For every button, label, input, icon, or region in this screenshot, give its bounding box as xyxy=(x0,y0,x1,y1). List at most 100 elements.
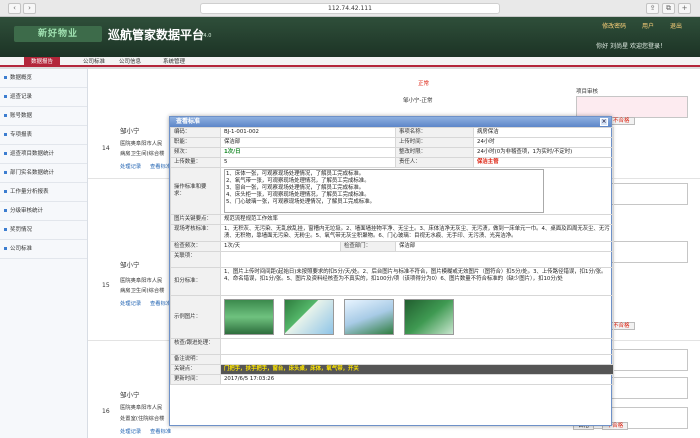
view-standard-link[interactable]: 查看标准 xyxy=(150,427,171,435)
rectify-value: 24小时(0为非稽查项，1为实时/不定时) xyxy=(473,147,615,158)
address-bar[interactable]: 112.74.42.111 xyxy=(200,3,500,14)
quantity-value: 5 xyxy=(219,157,397,168)
location-line: 医院奥阜阳市人民 xyxy=(120,278,163,284)
update-time-label: 更新时间： xyxy=(170,374,221,385)
upload-time-value: 24小时 xyxy=(473,137,615,148)
browser-toolbar: ‹ › 112.74.42.111 ⇪ ⧉ + xyxy=(0,0,700,17)
key-points-label: 图片关键要点： xyxy=(170,214,221,225)
standard-label: 操作标准和要求： xyxy=(170,167,221,215)
check-dept-value: 保洁部 xyxy=(395,241,615,252)
status-text: 正常 xyxy=(418,81,430,87)
forward-icon[interactable]: › xyxy=(23,3,36,14)
staff-name: 邹小宁 xyxy=(120,391,140,399)
welcome-text: 你好 刘尚星 欢迎您登录！ xyxy=(596,43,666,50)
audit-buttons: 不合格 xyxy=(608,117,641,125)
keys-value: 门把手，扶手把手，窗台，床头桌，床体，氧气带，开关 xyxy=(219,364,615,375)
view-standard-dialog: 查看标准 × 编码： BJ-1-001-002 事项名称： 病房保洁 职能： 保… xyxy=(169,116,615,426)
item-label: 事项名称： xyxy=(395,127,475,138)
sidebar-item-project-stats[interactable]: 巡查项目数据统计 xyxy=(0,145,87,164)
check-frequency-label: 检查频次： xyxy=(170,241,221,252)
dialog-header: 查看标准 × xyxy=(170,117,611,127)
back-icon[interactable]: ‹ xyxy=(8,3,21,14)
post-label: 职能： xyxy=(170,137,221,148)
keys-label: 关键点： xyxy=(170,364,221,375)
user-link[interactable]: 用户 xyxy=(642,23,654,30)
sample-image[interactable] xyxy=(284,299,334,335)
close-icon[interactable]: × xyxy=(600,118,608,126)
brand-logo: 新好物业 xyxy=(14,26,102,42)
tab-company-info[interactable]: 公司信息 xyxy=(112,57,148,67)
check-dept-label: 检查部门： xyxy=(339,241,397,252)
link-items-value xyxy=(219,251,615,268)
post-value: 保洁部 xyxy=(219,137,397,148)
responsible-label: 责任人： xyxy=(395,157,475,168)
process-record-link[interactable]: 处理记录 xyxy=(120,299,141,307)
sample-image[interactable] xyxy=(224,299,274,335)
sidebar-item-company-standard[interactable]: 公司标准 xyxy=(0,240,87,259)
app-version: V4.0 xyxy=(200,33,212,39)
review-value xyxy=(219,338,615,355)
update-time-value: 2017/6/5 17:03:26 xyxy=(219,374,615,385)
sample-images-label: 示例图片： xyxy=(170,295,221,339)
item-value: 病房保洁 xyxy=(473,127,615,138)
note-label: 备注说明： xyxy=(170,354,221,365)
location-line: 处置室(住院综合楼 xyxy=(120,416,165,422)
tab-data-report[interactable]: 数据报告 xyxy=(24,57,61,67)
share-icon[interactable]: ⇪ xyxy=(646,3,659,14)
location-line: 医院奥阜阳市人民 xyxy=(120,141,163,147)
sidebar-item-rewards[interactable]: 奖罚情况 xyxy=(0,221,87,240)
quantity-label: 上传数量： xyxy=(170,157,221,168)
site-standard-label: 现场考核标准： xyxy=(170,224,221,242)
sidebar: 数据概览 巡查记录 账号数据 专项报表 巡查项目数据统计 部门实名数据统计 工作… xyxy=(0,69,88,438)
audit-comment-input[interactable] xyxy=(576,96,688,118)
check-result: 邹小宁-正常 xyxy=(403,98,433,104)
note-value xyxy=(219,354,615,365)
sidebar-item-audit-stats[interactable]: 分级审核统计 xyxy=(0,202,87,221)
sidebar-item-account-data[interactable]: 账号数据 xyxy=(0,107,87,126)
standard-line: 1、床体一张，可观察现场处理情况，了解员工完成标准。 xyxy=(226,171,365,177)
site-standard-value: 1、无积灰、无污染、无乱放乱挂，窗槽内无垃圾。2、墙面墙挂物平净、无尘土。3、床… xyxy=(219,224,615,242)
key-points-value: 规范流程规范工作效率 xyxy=(219,214,615,225)
sidebar-item-special-report[interactable]: 专项报表 xyxy=(0,126,87,145)
sidebar-item-dept-stats[interactable]: 部门实名数据统计 xyxy=(0,164,87,183)
sample-image[interactable] xyxy=(404,299,454,335)
logout-link[interactable]: 退出 xyxy=(670,23,682,30)
sidebar-item-patrol-records[interactable]: 巡查记录 xyxy=(0,88,87,107)
process-record-link[interactable]: 处理记录 xyxy=(120,427,141,435)
process-record-link[interactable]: 处理记录 xyxy=(120,162,141,170)
change-password-link[interactable]: 修改密码 xyxy=(602,23,626,30)
location-line: 病房卫生间(综合楼 xyxy=(120,288,165,294)
app-header: 新好物业 巡航管家数据平台 V4.0 修改密码 用户 退出 你好 刘尚星 欢迎您… xyxy=(0,17,700,57)
header-links: 修改密码 用户 退出 xyxy=(588,21,682,30)
sample-images xyxy=(224,297,610,337)
row-number: 14 xyxy=(102,145,110,152)
tab-company-standard[interactable]: 公司标准 xyxy=(76,57,112,67)
new-tab-icon[interactable]: + xyxy=(678,3,691,14)
code-value: BJ-1-001-002 xyxy=(219,127,397,138)
standard-textarea[interactable]: 1、床体一张，可观察现场处理情况，了解员工完成标准。 2、氧气带一张，可观察现场… xyxy=(224,169,544,213)
staff-name: 邹小宁 xyxy=(120,127,140,135)
standard-table: 编码： BJ-1-001-002 事项名称： 病房保洁 职能： 保洁部 上传时间… xyxy=(170,127,615,385)
check-frequency-value: 1次/天 xyxy=(220,241,341,252)
upload-time-label: 上传时间： xyxy=(395,137,475,148)
code-label: 编码： xyxy=(170,127,221,138)
frequency-value: 1次/日 xyxy=(219,147,397,158)
frequency-label: 频次： xyxy=(170,147,221,158)
row-number: 15 xyxy=(102,282,110,289)
staff-name: 邹小宁 xyxy=(120,261,140,269)
standard-line: 4、床头柜一张，可观察现场处理情况，了解员工完成标准。 xyxy=(226,192,370,198)
deduction-label: 扣分标准： xyxy=(170,267,221,296)
standard-line: 2、氧气带一张，可观察现场处理情况，了解员工完成标准。 xyxy=(226,178,370,184)
location-line: 医院奥阜阳市人民 xyxy=(120,405,163,411)
rectify-label: 整改时限： xyxy=(395,147,475,158)
sample-image[interactable] xyxy=(344,299,394,335)
tab-system-admin[interactable]: 系统管理 xyxy=(156,57,192,67)
tabs-icon[interactable]: ⧉ xyxy=(662,3,675,14)
sidebar-item-workload[interactable]: 工作量分析报表 xyxy=(0,183,87,202)
deduction-value: 1、图片上传时间间距(起始日)未按照要求的扣5分/天/处。2、后台图片与标准不符… xyxy=(219,267,615,296)
review-label: 核查/跟进处理： xyxy=(170,338,221,355)
audit-label: 项目审核 xyxy=(576,89,599,95)
dialog-title: 查看标准 xyxy=(176,118,201,125)
app-title: 巡航管家数据平台 xyxy=(108,28,205,42)
sidebar-item-overview[interactable]: 数据概览 xyxy=(0,69,87,88)
